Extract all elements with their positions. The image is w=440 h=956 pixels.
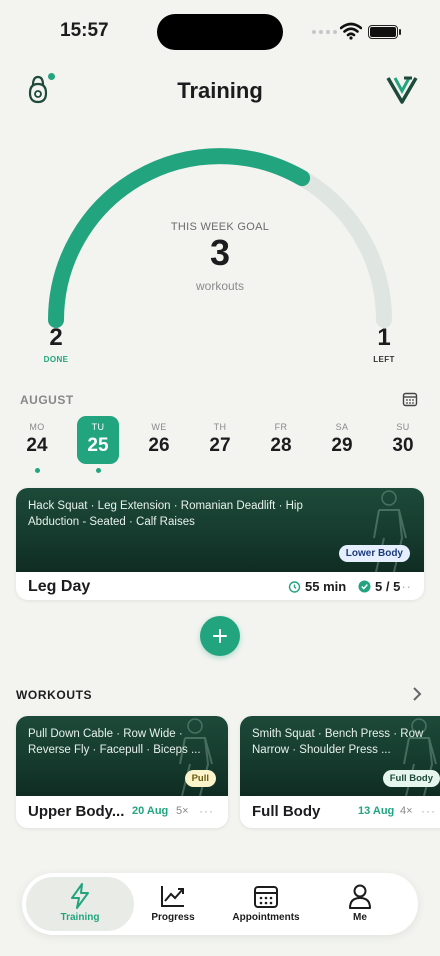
day-sa[interactable]: SA 29 <box>321 416 363 464</box>
day-name: TH <box>213 422 227 432</box>
tab-training[interactable]: Training <box>26 877 134 931</box>
workout-count: 4× <box>400 805 413 817</box>
tab-label: Training <box>60 912 100 923</box>
status-time: 15:57 <box>60 20 109 41</box>
day-date: 25 <box>87 435 109 456</box>
workout-completion: 5 / 5 <box>358 579 400 594</box>
today-workout-card[interactable]: Hack Squat · Leg Extension · Romanian De… <box>16 488 424 600</box>
day-name: MO <box>29 422 45 432</box>
tab-appointments[interactable]: Appointments <box>218 877 314 931</box>
timer-icon <box>288 581 301 593</box>
day-date: 30 <box>392 435 414 456</box>
person-icon <box>349 884 371 909</box>
category-tag: Pull <box>184 770 216 787</box>
workout-date: 13 Aug <box>358 805 395 817</box>
workout-date: 20 Aug <box>132 805 169 817</box>
battery-nub <box>399 29 401 35</box>
duration-text: 55 min <box>305 579 347 594</box>
page-title: Training <box>177 78 263 103</box>
workout-card-upper-body[interactable]: Pull Down Cable · Row Wide · Reverse Fly… <box>16 716 228 828</box>
category-tag: Lower Body <box>338 545 410 562</box>
day-date: 26 <box>148 435 170 456</box>
day-mo[interactable]: MO 24 <box>16 416 58 473</box>
day-su[interactable]: SU 30 <box>382 416 424 464</box>
day-date: 29 <box>331 435 353 456</box>
done-label: DONE <box>43 355 69 364</box>
workout-title: Upper Body... <box>28 803 125 820</box>
left-label: LEFT <box>373 355 395 364</box>
workout-dot <box>96 468 101 473</box>
workout-dot <box>35 468 40 473</box>
day-date: 24 <box>26 435 48 456</box>
workout-title: Leg Day <box>28 578 91 595</box>
workout-card-image: Pull Down Cable · Row Wide · Reverse Fly… <box>16 716 228 796</box>
tab-me[interactable]: Me <box>322 877 398 931</box>
chevron-right-icon[interactable] <box>410 686 424 702</box>
week-strip: MO 24 TU 25 WE 26 TH 27 FR 28 SA 29 SU 3… <box>16 416 424 473</box>
workout-card-full-body[interactable]: Smith Squat · Bench Press · Row Narrow ·… <box>240 716 440 828</box>
day-th[interactable]: TH 27 <box>199 416 241 464</box>
goal-unit: workouts <box>195 279 245 293</box>
more-options-button[interactable]: ··· <box>199 804 214 818</box>
workout-count: 5× <box>176 805 189 817</box>
workout-duration: 55 min <box>288 579 346 594</box>
day-name: SA <box>335 422 349 432</box>
check-circle-icon <box>358 580 371 593</box>
day-date: 27 <box>209 435 231 456</box>
exercise-list: Hack Squat · Leg Extension · Romanian De… <box>28 500 303 528</box>
more-options-button[interactable]: ··· <box>396 579 412 594</box>
category-tag: Full Body <box>382 770 440 787</box>
tab-label: Progress <box>151 912 195 923</box>
wifi-icon <box>340 22 362 40</box>
calendar-icon <box>254 886 278 908</box>
day-we[interactable]: WE 26 <box>138 416 180 464</box>
chart-icon <box>161 886 184 907</box>
day-name: FR <box>274 422 288 432</box>
cellular-signal-icon <box>312 30 337 34</box>
battery-icon <box>368 25 398 39</box>
add-workout-button[interactable] <box>200 616 240 656</box>
month-label: AUGUST <box>20 393 74 407</box>
exercise-list: Smith Squat · Bench Press · Row Narrow ·… <box>252 728 424 756</box>
left-count: 1 <box>377 324 391 351</box>
day-date: 28 <box>270 435 292 456</box>
bolt-icon <box>71 883 89 909</box>
tab-label: Me <box>353 912 367 923</box>
day-fr[interactable]: FR 28 <box>260 416 302 464</box>
brand-logo-icon[interactable] <box>386 74 418 104</box>
done-count: 2 <box>49 324 63 351</box>
day-tu[interactable]: TU 25 <box>77 416 119 473</box>
calendar-icon[interactable] <box>402 391 418 407</box>
dynamic-island <box>157 14 283 50</box>
workout-card-image: Smith Squat · Bench Press · Row Narrow ·… <box>240 716 440 796</box>
more-options-button[interactable]: ··· <box>421 804 436 818</box>
goal-value: 3 <box>209 232 231 273</box>
day-name: SU <box>396 422 410 432</box>
workouts-section-title: WORKOUTS <box>16 688 93 702</box>
tab-progress[interactable]: Progress <box>134 877 212 931</box>
exercise-list: Pull Down Cable · Row Wide · Reverse Fly… <box>28 728 201 756</box>
day-name: WE <box>151 422 167 432</box>
day-name: TU <box>91 422 105 432</box>
workout-card-image: Hack Squat · Leg Extension · Romanian De… <box>16 488 424 572</box>
tab-bar: Training Progress Appointments Me <box>22 873 418 935</box>
workout-title: Full Body <box>252 803 321 820</box>
tab-label: Appointments <box>232 912 300 923</box>
